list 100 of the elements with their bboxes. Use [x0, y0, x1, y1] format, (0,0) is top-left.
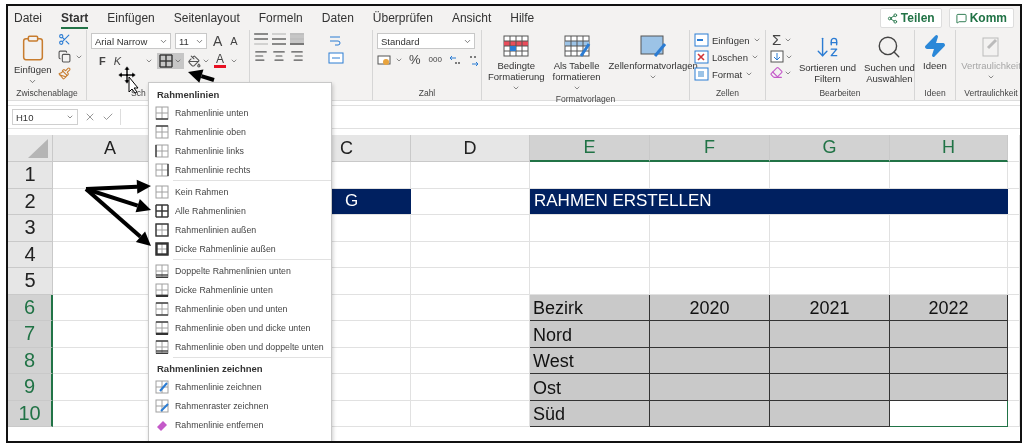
sheet-cell[interactable]	[530, 215, 650, 242]
ribbon-tab[interactable]: Datei	[14, 7, 42, 29]
borders-button[interactable]	[157, 53, 185, 69]
comments-button[interactable]: Komm	[948, 8, 1014, 28]
border-icon	[155, 143, 169, 158]
styles-button[interactable]: Bedingte Formatierung	[486, 33, 547, 93]
cells-button[interactable]: Einfügen	[694, 33, 761, 47]
menu-item[interactable]: Doppelte Rahmenlinien unten	[149, 261, 331, 280]
number-format-field[interactable]: Standard	[377, 33, 475, 49]
sheet-cell[interactable]	[890, 241, 1008, 268]
font-color-button[interactable]: A	[214, 54, 227, 68]
ribbon-tab[interactable]: Seitenlayout	[173, 7, 240, 29]
sheet-cell[interactable]	[1008, 135, 1020, 162]
sheet-cell[interactable]	[1008, 294, 1020, 321]
border-icon	[155, 222, 169, 237]
border-icon	[155, 301, 169, 316]
ribbon-tab[interactable]: Einfügen	[107, 7, 155, 29]
sheet-cell[interactable]	[770, 241, 890, 268]
annotation-arrow	[188, 69, 215, 83]
sheet-cell[interactable]	[411, 241, 530, 268]
menu-item[interactable]: Rahmenlinie zeichnen	[149, 377, 331, 396]
menu-item[interactable]: Rahmenlinie oben und doppelte unten	[149, 337, 331, 356]
menu-item[interactable]: Rahmenlinien außen	[149, 220, 331, 239]
select-all-corner[interactable]	[8, 135, 53, 162]
ribbon-tab[interactable]: Daten	[321, 7, 354, 29]
menu-item[interactable]: Dicke Rahmenlinie außen	[149, 239, 331, 258]
border-icon	[155, 263, 169, 278]
column-header[interactable]: D	[411, 135, 530, 162]
group-label: Bearbeiten	[819, 87, 861, 100]
sheet-cell[interactable]	[411, 215, 530, 242]
sheet-cell[interactable]	[770, 162, 890, 189]
sheet-cell[interactable]	[1008, 241, 1020, 268]
sheet-cell[interactable]	[650, 268, 770, 295]
font-name-field[interactable]: Arial Narrow	[91, 33, 171, 49]
sheet-cell[interactable]	[1008, 268, 1020, 295]
styles-button[interactable]: Als Tabelle formatieren	[550, 33, 603, 93]
menu-item[interactable]: Rahmenlinie oben und dicke unten	[149, 318, 331, 337]
thousands-button[interactable]: 000	[426, 53, 444, 67]
column-header[interactable]: G	[770, 135, 890, 162]
autosum-button[interactable]: Σ	[770, 33, 784, 47]
ribbon-tab[interactable]: Formeln	[258, 7, 303, 29]
sheet-cell[interactable]	[890, 162, 1008, 189]
sheet-cell[interactable]	[1008, 347, 1020, 374]
row-header[interactable]: 10	[8, 400, 53, 427]
ribbon-tab[interactable]: Ansicht	[451, 7, 492, 29]
sheet-cell[interactable]	[530, 241, 650, 268]
name-box[interactable]: H10	[12, 109, 78, 125]
sheet-cell[interactable]	[770, 268, 890, 295]
paste-button[interactable]: Einfügen	[12, 33, 54, 87]
menu-item[interactable]: Rahmenlinie unten	[149, 103, 331, 122]
menu-item[interactable]: Rahmenlinie oben und unten	[149, 299, 331, 318]
ideas-button[interactable]: Ideen	[921, 33, 949, 72]
sheet-cell[interactable]	[1008, 374, 1020, 401]
bold-button[interactable]: F	[97, 54, 108, 68]
row-header[interactable]: 3	[8, 215, 53, 242]
sheet-cell[interactable]	[530, 268, 650, 295]
sheet-cell[interactable]	[411, 268, 530, 295]
column-header[interactable]: F	[650, 135, 770, 162]
row-header[interactable]: 6	[8, 294, 53, 321]
cells-button[interactable]: Löschen	[694, 50, 759, 64]
menu-item[interactable]: Rahmenlinie entfernen	[149, 415, 331, 434]
row-header[interactable]: 9	[8, 374, 53, 401]
sheet-cell[interactable]	[1008, 188, 1020, 215]
row-header[interactable]: 4	[8, 241, 53, 268]
sheet-cell[interactable]	[890, 215, 1008, 242]
menu-item[interactable]: Rahmenlinie rechts	[149, 160, 331, 179]
find-select-button[interactable]: Suchen und Auswählen	[862, 33, 917, 85]
sheet-cell[interactable]	[1008, 215, 1020, 242]
row-header[interactable]: 1	[8, 162, 53, 189]
sheet-cell[interactable]	[890, 268, 1008, 295]
sheet-cell[interactable]	[1008, 400, 1020, 427]
border-icon	[155, 184, 169, 199]
caret-icon	[572, 84, 581, 92]
cells-button[interactable]: Format	[694, 67, 754, 81]
grow-font-button[interactable]: A	[211, 34, 225, 48]
row-header[interactable]: 7	[8, 321, 53, 348]
ribbon-tab[interactable]: Überprüfen	[372, 7, 433, 29]
ribbon-tab[interactable]: Start	[61, 7, 89, 29]
sheet-cell[interactable]	[650, 215, 770, 242]
column-header[interactable]: H	[890, 135, 1008, 162]
sheet-cell[interactable]	[650, 241, 770, 268]
menu-item[interactable]: Rahmenraster zeichnen	[149, 396, 331, 415]
sheet-cell[interactable]	[530, 162, 650, 189]
sort-filter-button[interactable]: Sortieren und Filtern	[797, 33, 859, 85]
share-button[interactable]: Teilen	[879, 8, 942, 28]
italic-button[interactable]: K	[111, 54, 124, 68]
sheet-cell[interactable]	[1008, 162, 1020, 189]
font-size-field[interactable]: 11	[175, 33, 207, 49]
column-header[interactable]: E	[530, 135, 650, 162]
row-header[interactable]: 5	[8, 268, 53, 295]
shrink-font-button[interactable]: A	[228, 34, 240, 48]
ribbon-tab[interactable]: Hilfe	[510, 7, 535, 29]
percent-button[interactable]: %	[407, 53, 423, 67]
sheet-cell[interactable]	[770, 215, 890, 242]
row-header[interactable]: 8	[8, 347, 53, 374]
sheet-cell[interactable]	[1008, 321, 1020, 348]
menu-item[interactable]: Dicke Rahmenlinie unten	[149, 280, 331, 299]
sheet-cell[interactable]	[411, 162, 530, 189]
sheet-cell[interactable]	[650, 162, 770, 189]
row-header[interactable]: 2	[8, 188, 53, 215]
